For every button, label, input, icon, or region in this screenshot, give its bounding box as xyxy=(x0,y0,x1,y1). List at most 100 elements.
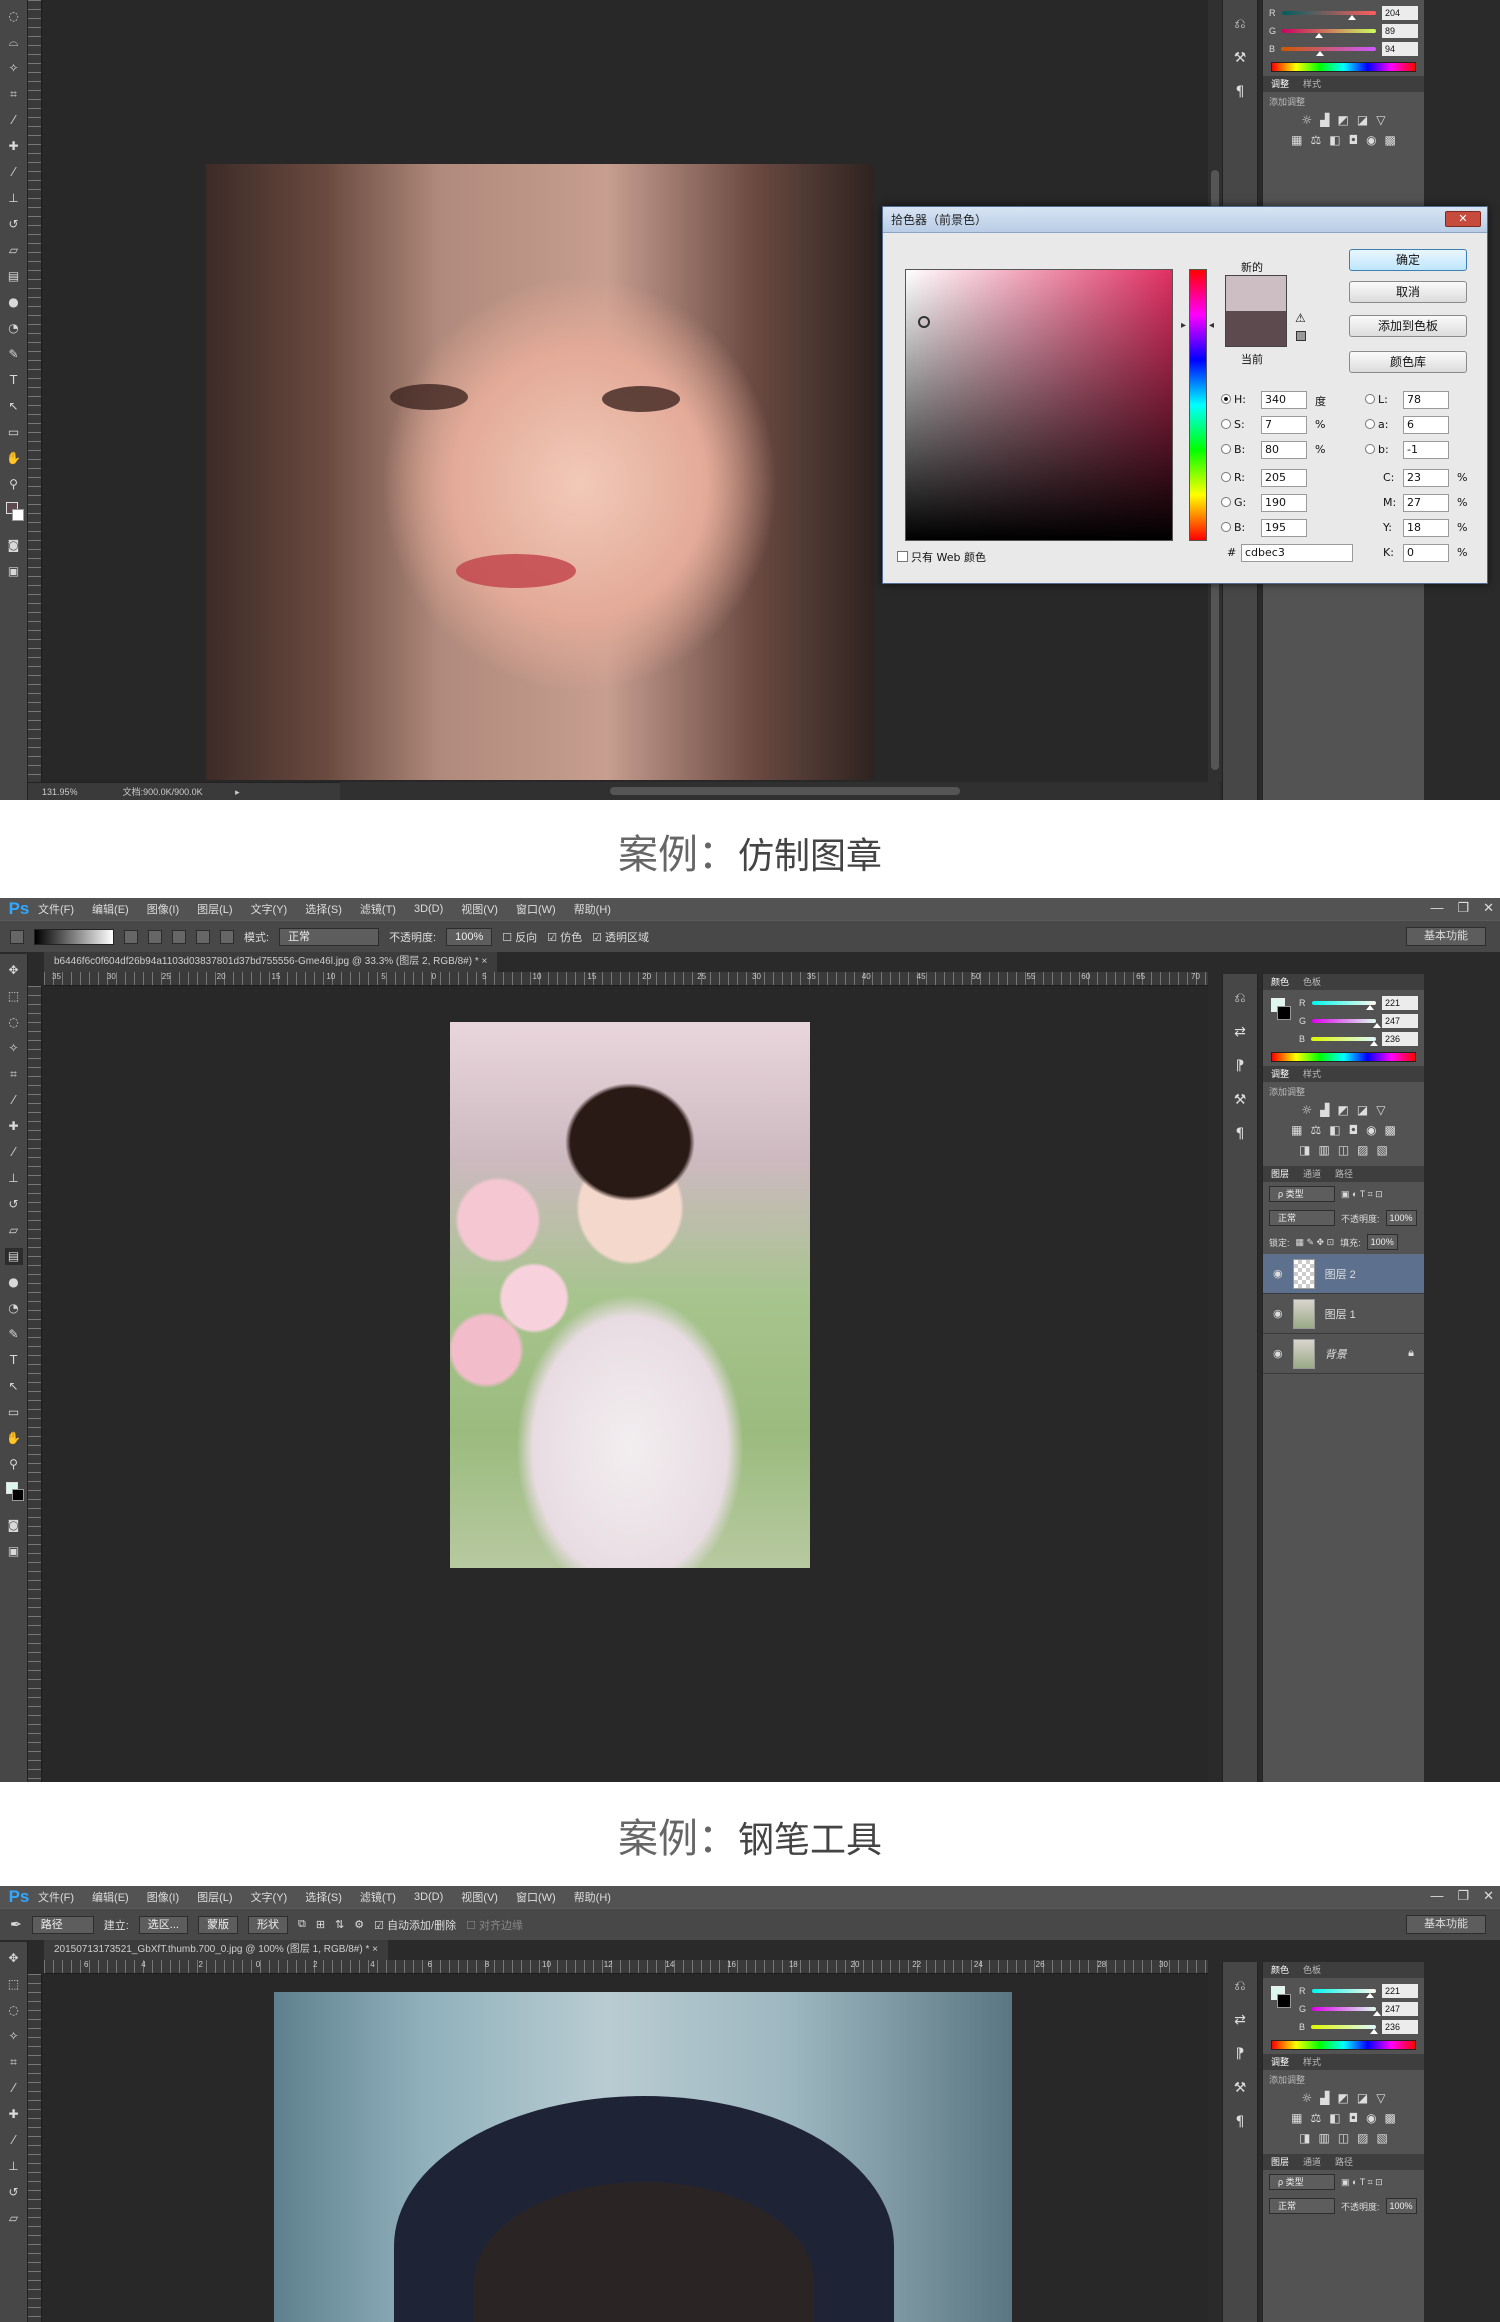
r-field-label[interactable]: R: xyxy=(1221,471,1245,484)
color-g-value[interactable]: 89 xyxy=(1382,24,1418,38)
healing-brush-icon[interactable]: ✚ xyxy=(5,138,23,155)
restore-icon[interactable]: ❐ xyxy=(1457,1888,1469,1904)
restore-icon[interactable]: ❐ xyxy=(1457,900,1469,916)
healing-brush-icon[interactable]: ✚ xyxy=(5,1118,23,1135)
screen-mode-icon[interactable]: ▣ xyxy=(5,563,23,580)
web-colors-only-checkbox[interactable]: 只有 Web 颜色 xyxy=(897,549,986,565)
bg-swatch[interactable] xyxy=(1277,1006,1291,1020)
color-spectrum[interactable] xyxy=(1271,2040,1416,2050)
color-g-value[interactable]: 247 xyxy=(1382,1014,1418,1028)
color-lookup-icon[interactable]: ▩ xyxy=(1385,2111,1396,2125)
document-tab[interactable]: 20150713173521_GbXfT.thumb.700_0.jpg @ 1… xyxy=(44,1940,388,1960)
bg-swatch[interactable] xyxy=(1277,1994,1291,2008)
color-balance-icon[interactable]: ⚖ xyxy=(1310,2111,1321,2125)
polygon-lasso-icon[interactable]: ⌓ xyxy=(5,34,23,51)
menu-type[interactable]: 文字(Y) xyxy=(251,1889,288,1905)
color-b-value[interactable]: 94 xyxy=(1382,42,1418,56)
menu-3d[interactable]: 3D(D) xyxy=(414,1891,443,1903)
l-input[interactable]: 78 xyxy=(1403,391,1449,409)
hand-tool-icon[interactable]: ✋ xyxy=(5,450,23,467)
curves-icon[interactable]: ◩ xyxy=(1338,2091,1349,2105)
curves-icon[interactable]: ◩ xyxy=(1338,113,1349,127)
menu-edit[interactable]: 编辑(E) xyxy=(92,1889,129,1905)
properties-panel-icon[interactable]: ⚒ xyxy=(1230,1090,1250,1110)
menu-filter[interactable]: 滤镜(T) xyxy=(360,1889,396,1905)
blue-field-label[interactable]: B: xyxy=(1221,521,1245,534)
brush-panel-icon[interactable]: ⁋ xyxy=(1230,2044,1250,2064)
color-spectrum[interactable] xyxy=(1271,62,1416,72)
lasso-tool-icon[interactable]: ◌ xyxy=(5,1014,23,1031)
gradient-icon[interactable]: ▤ xyxy=(5,268,23,285)
levels-icon[interactable]: ▟ xyxy=(1320,2091,1329,2105)
posterize-icon[interactable]: ▥ xyxy=(1318,1143,1329,1157)
history-panel-icon[interactable]: ⎌ xyxy=(1230,1976,1250,1996)
history-brush-icon[interactable]: ↺ xyxy=(5,2184,23,2201)
linear-gradient-icon[interactable] xyxy=(124,929,138,944)
vibrance-icon[interactable]: ▽ xyxy=(1376,2091,1385,2105)
make-shape-button[interactable]: 形状 xyxy=(247,1915,288,1934)
blur-tool-icon[interactable]: ● xyxy=(5,294,23,311)
transparency-checkbox[interactable]: ☑ 透明区域 xyxy=(592,929,649,945)
menu-help[interactable]: 帮助(H) xyxy=(574,901,611,917)
k-input[interactable]: 0 xyxy=(1403,544,1449,562)
close-icon[interactable]: ✕ xyxy=(1483,900,1494,916)
threshold-icon[interactable]: ◫ xyxy=(1338,2131,1349,2145)
color-balance-icon[interactable]: ⚖ xyxy=(1310,1123,1321,1137)
align-edges-checkbox[interactable]: ☐ 对齐边缘 xyxy=(466,1917,523,1933)
s-field-label[interactable]: S: xyxy=(1221,418,1245,431)
workspace-switcher[interactable]: 基本功能 xyxy=(1406,1915,1486,1934)
crop-tool-icon[interactable]: ⌗ xyxy=(5,2054,23,2071)
vibrance-icon[interactable]: ▽ xyxy=(1376,1103,1385,1117)
exposure-icon[interactable]: ◪ xyxy=(1357,1103,1368,1117)
h-field-label[interactable]: H: xyxy=(1221,393,1246,406)
menu-filter[interactable]: 滤镜(T) xyxy=(360,901,396,917)
color-spectrum[interactable] xyxy=(1271,1052,1416,1062)
g-field-label[interactable]: G: xyxy=(1221,496,1246,509)
color-swatches-icon[interactable] xyxy=(5,502,24,528)
brush-panel-icon[interactable]: ⁋ xyxy=(1230,1056,1250,1076)
layer-opacity-input[interactable]: 100% xyxy=(1385,2198,1417,2214)
tab-adjustments[interactable]: 调整 xyxy=(1271,76,1289,92)
channel-mixer-icon[interactable]: ◉ xyxy=(1366,133,1376,147)
adjust-panel-icon[interactable]: ⇄ xyxy=(1230,2010,1250,2030)
y-input[interactable]: 18 xyxy=(1403,519,1449,537)
radial-gradient-icon[interactable] xyxy=(148,929,162,944)
pen-preset-icon[interactable]: ✒ xyxy=(10,1916,22,1933)
gradient-map-icon[interactable]: ▨ xyxy=(1357,2131,1368,2145)
marquee-tool-icon[interactable]: ⬚ xyxy=(5,988,23,1005)
tab-color[interactable]: 颜色 xyxy=(1271,1962,1289,1978)
properties-panel-icon[interactable]: ⚒ xyxy=(1230,48,1250,68)
hex-input[interactable]: cdbec3 xyxy=(1241,544,1353,562)
color-field-cursor[interactable] xyxy=(918,316,930,328)
menu-image[interactable]: 图像(I) xyxy=(147,1889,179,1905)
photo-filter-icon[interactable]: ◘ xyxy=(1349,2111,1359,2125)
character-panel-icon[interactable]: ¶ xyxy=(1230,2112,1250,2132)
brightness-icon[interactable]: ☼ xyxy=(1302,1103,1313,1117)
b-field-label[interactable]: B: xyxy=(1221,443,1245,456)
make-selection-button[interactable]: 选区... xyxy=(138,1915,188,1934)
blue-input[interactable]: 195 xyxy=(1261,519,1307,537)
photo-filter-icon[interactable]: ◘ xyxy=(1349,133,1359,147)
make-mask-button[interactable]: 蒙版 xyxy=(197,1915,238,1934)
healing-brush-icon[interactable]: ✚ xyxy=(5,2106,23,2123)
invert-icon[interactable]: ◨ xyxy=(1299,2131,1310,2145)
blur-tool-icon[interactable]: ● xyxy=(5,1274,23,1291)
magic-wand-icon[interactable]: ✧ xyxy=(5,2028,23,2045)
rectangle-tool-icon[interactable]: ▭ xyxy=(5,1404,23,1421)
fill-input[interactable]: 100% xyxy=(1366,1234,1398,1250)
b-input[interactable]: 80 xyxy=(1261,441,1307,459)
black-white-icon[interactable]: ◧ xyxy=(1329,133,1340,147)
type-tool-icon[interactable]: T xyxy=(5,1352,23,1369)
zoom-tool-icon[interactable]: ⚲ xyxy=(5,476,23,493)
layer-name[interactable]: 图层 1 xyxy=(1325,1306,1356,1322)
menu-layer[interactable]: 图层(L) xyxy=(197,1889,232,1905)
move-tool-icon[interactable]: ✥ xyxy=(5,962,23,979)
color-balance-icon[interactable]: ⚖ xyxy=(1310,133,1321,147)
l-field-label[interactable]: L: xyxy=(1365,393,1388,406)
visibility-eye-icon[interactable]: ◉ xyxy=(1273,1347,1283,1360)
dodge-tool-icon[interactable]: ◔ xyxy=(5,1300,23,1317)
tab-channels[interactable]: 通道 xyxy=(1303,2154,1321,2170)
document-tab[interactable]: b6446f6c0f604df26b94a1103d03837801d37bd7… xyxy=(44,952,498,972)
path-arrangement-icon[interactable]: ⇅ xyxy=(335,1918,344,1931)
scrollbar-horizontal[interactable] xyxy=(340,782,1220,800)
